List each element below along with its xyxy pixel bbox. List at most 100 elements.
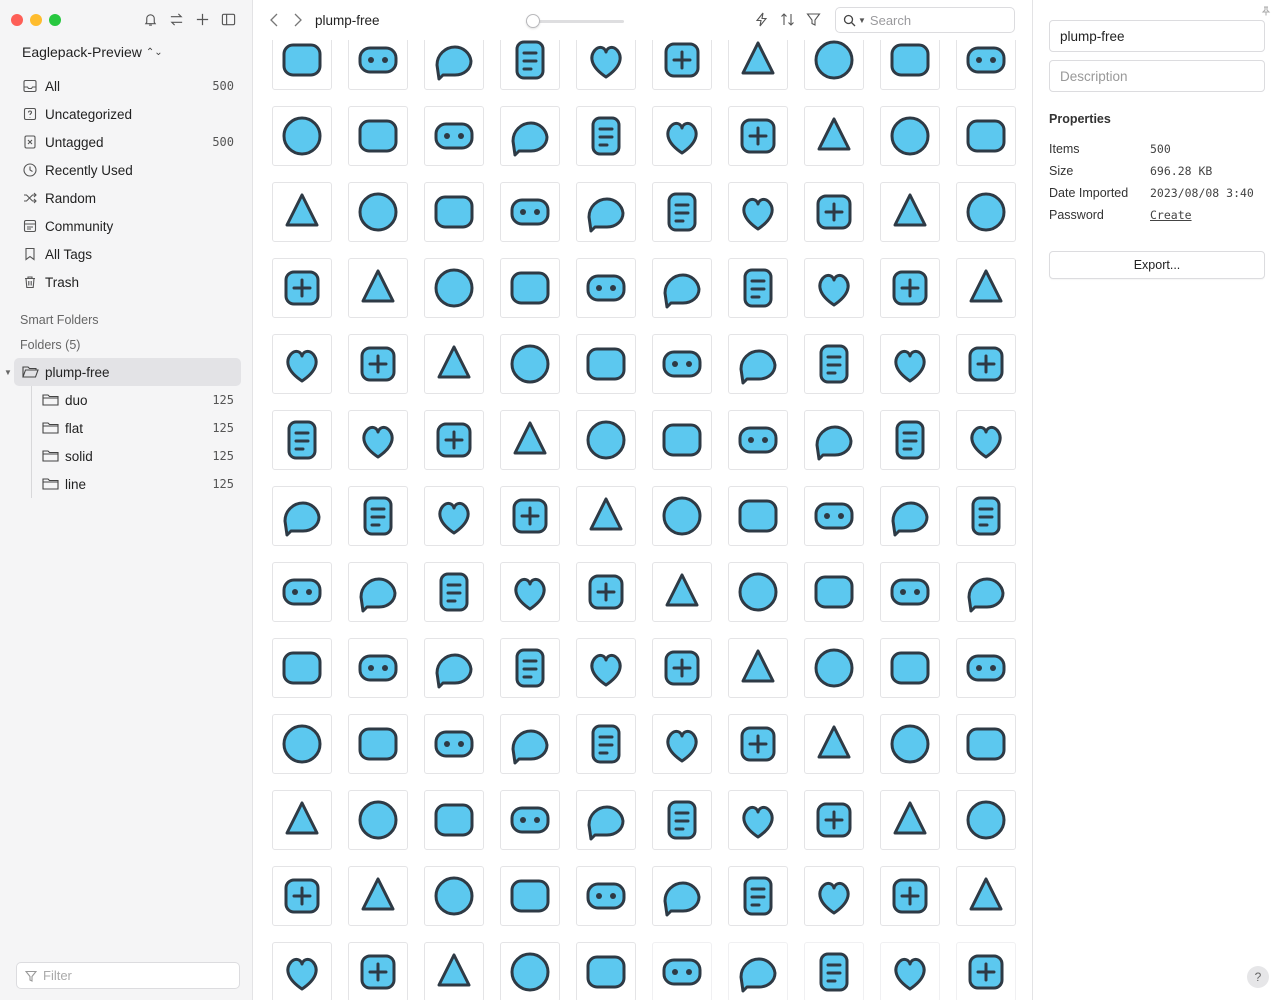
- asset-tile[interactable]: [424, 334, 484, 394]
- sidebar-item-all[interactable]: All 500: [14, 72, 241, 100]
- asset-tile[interactable]: [500, 714, 560, 774]
- asset-tile[interactable]: [348, 334, 408, 394]
- asset-tile[interactable]: [348, 40, 408, 90]
- asset-tile[interactable]: [500, 562, 560, 622]
- asset-tile[interactable]: [500, 334, 560, 394]
- asset-tile[interactable]: [500, 106, 560, 166]
- asset-tile[interactable]: [956, 40, 1016, 90]
- asset-tile[interactable]: [880, 714, 940, 774]
- sync-arrows-icon[interactable]: [168, 11, 185, 28]
- asset-tile[interactable]: [424, 258, 484, 318]
- search-box[interactable]: ▼: [835, 7, 1015, 33]
- asset-tile[interactable]: [880, 40, 940, 90]
- asset-tile[interactable]: [576, 182, 636, 242]
- asset-tile[interactable]: [880, 562, 940, 622]
- asset-tile[interactable]: [956, 790, 1016, 850]
- close-window-button[interactable]: [11, 14, 23, 26]
- asset-tile[interactable]: [652, 486, 712, 546]
- folders-heading[interactable]: Folders (5): [20, 338, 80, 352]
- asset-tile[interactable]: [348, 790, 408, 850]
- asset-tile[interactable]: [576, 562, 636, 622]
- asset-tile[interactable]: [728, 866, 788, 926]
- asset-tile[interactable]: [804, 714, 864, 774]
- asset-tile[interactable]: [576, 106, 636, 166]
- asset-tile[interactable]: [956, 942, 1016, 1000]
- asset-tile[interactable]: [880, 866, 940, 926]
- asset-tile[interactable]: [652, 714, 712, 774]
- sidebar-item-community[interactable]: Community: [14, 212, 241, 240]
- asset-tile[interactable]: [500, 866, 560, 926]
- asset-tile[interactable]: [500, 40, 560, 90]
- asset-tile[interactable]: [804, 486, 864, 546]
- asset-tile[interactable]: [272, 334, 332, 394]
- asset-tile[interactable]: [500, 486, 560, 546]
- asset-tile[interactable]: [956, 106, 1016, 166]
- asset-tile[interactable]: [728, 562, 788, 622]
- asset-tile[interactable]: [728, 714, 788, 774]
- asset-tile[interactable]: [956, 410, 1016, 470]
- asset-tile[interactable]: [272, 866, 332, 926]
- asset-tile[interactable]: [348, 486, 408, 546]
- forward-arrow-icon[interactable]: [292, 12, 304, 28]
- asset-tile[interactable]: [728, 106, 788, 166]
- asset-tile[interactable]: [348, 562, 408, 622]
- asset-tile[interactable]: [880, 942, 940, 1000]
- asset-tile[interactable]: [652, 182, 712, 242]
- asset-tile[interactable]: [804, 334, 864, 394]
- asset-tile[interactable]: [804, 410, 864, 470]
- asset-tile[interactable]: [880, 638, 940, 698]
- chevron-down-icon[interactable]: ▼: [4, 368, 12, 377]
- sort-icon[interactable]: [780, 11, 795, 28]
- asset-tile[interactable]: [500, 790, 560, 850]
- asset-tile[interactable]: [652, 334, 712, 394]
- asset-tile[interactable]: [348, 638, 408, 698]
- sidebar-toggle-icon[interactable]: [220, 11, 237, 28]
- asset-tile[interactable]: [424, 638, 484, 698]
- asset-tile[interactable]: [348, 410, 408, 470]
- chevron-down-icon[interactable]: ▼: [858, 16, 866, 25]
- asset-tile[interactable]: [272, 106, 332, 166]
- asset-tile[interactable]: [272, 410, 332, 470]
- folder-duo[interactable]: duo 125: [14, 386, 241, 414]
- asset-tile[interactable]: [424, 942, 484, 1000]
- asset-tile[interactable]: [500, 258, 560, 318]
- asset-tile[interactable]: [804, 790, 864, 850]
- asset-tile[interactable]: [424, 106, 484, 166]
- asset-grid-area[interactable]: [254, 40, 1031, 1000]
- asset-tile[interactable]: [728, 486, 788, 546]
- asset-tile[interactable]: [728, 942, 788, 1000]
- asset-tile[interactable]: [576, 40, 636, 90]
- asset-tile[interactable]: [728, 258, 788, 318]
- pin-icon[interactable]: [1261, 6, 1271, 16]
- asset-tile[interactable]: [880, 334, 940, 394]
- breadcrumb[interactable]: plump-free: [315, 13, 380, 28]
- asset-tile[interactable]: [652, 258, 712, 318]
- folder-line[interactable]: line 125: [14, 470, 241, 498]
- sidebar-item-all-tags[interactable]: All Tags: [14, 240, 241, 268]
- search-input[interactable]: [869, 12, 1000, 28]
- asset-tile[interactable]: [956, 866, 1016, 926]
- asset-tile[interactable]: [728, 790, 788, 850]
- asset-tile[interactable]: [500, 942, 560, 1000]
- asset-tile[interactable]: [576, 258, 636, 318]
- create-password-link[interactable]: Create: [1150, 208, 1192, 222]
- asset-tile[interactable]: [804, 106, 864, 166]
- asset-tile[interactable]: [500, 638, 560, 698]
- asset-tile[interactable]: [576, 410, 636, 470]
- asset-tile[interactable]: [424, 790, 484, 850]
- asset-tile[interactable]: [956, 486, 1016, 546]
- asset-tile[interactable]: [272, 182, 332, 242]
- asset-tile[interactable]: [804, 942, 864, 1000]
- asset-tile[interactable]: [956, 182, 1016, 242]
- asset-tile[interactable]: [652, 866, 712, 926]
- asset-tile[interactable]: [500, 182, 560, 242]
- zoom-window-button[interactable]: [49, 14, 61, 26]
- asset-tile[interactable]: [880, 106, 940, 166]
- sidebar-item-untagged[interactable]: Untagged 500: [14, 128, 241, 156]
- asset-tile[interactable]: [652, 410, 712, 470]
- thumbnail-size-slider[interactable]: [526, 14, 624, 28]
- asset-tile[interactable]: [424, 410, 484, 470]
- asset-tile[interactable]: [804, 182, 864, 242]
- asset-tile[interactable]: [424, 40, 484, 90]
- folder-solid[interactable]: solid 125: [14, 442, 241, 470]
